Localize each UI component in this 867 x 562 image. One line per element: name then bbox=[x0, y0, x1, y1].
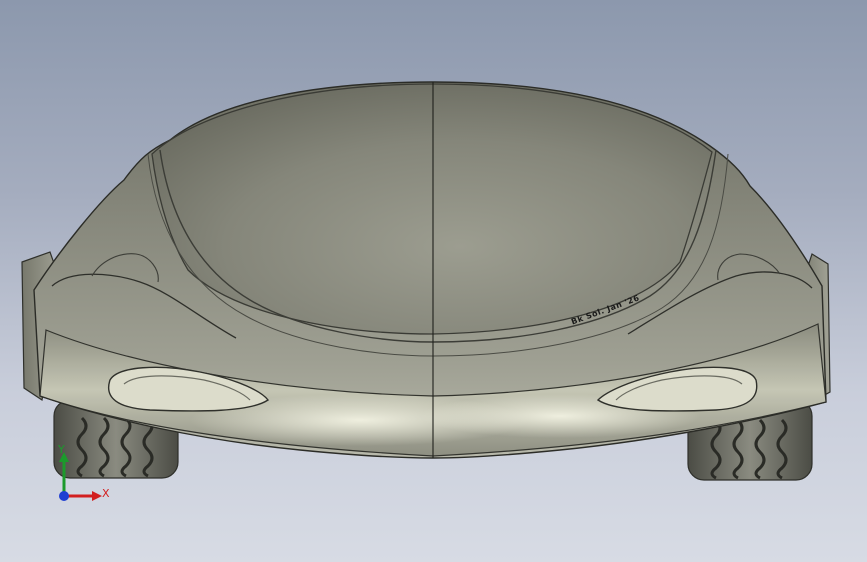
z-axis-dot bbox=[59, 491, 69, 501]
graphics-viewport[interactable]: Bk Sol. Jan '26 X Y bbox=[0, 0, 867, 562]
y-axis-label: Y bbox=[58, 443, 65, 456]
car-model[interactable] bbox=[0, 0, 867, 562]
x-axis-label: X bbox=[102, 487, 110, 500]
